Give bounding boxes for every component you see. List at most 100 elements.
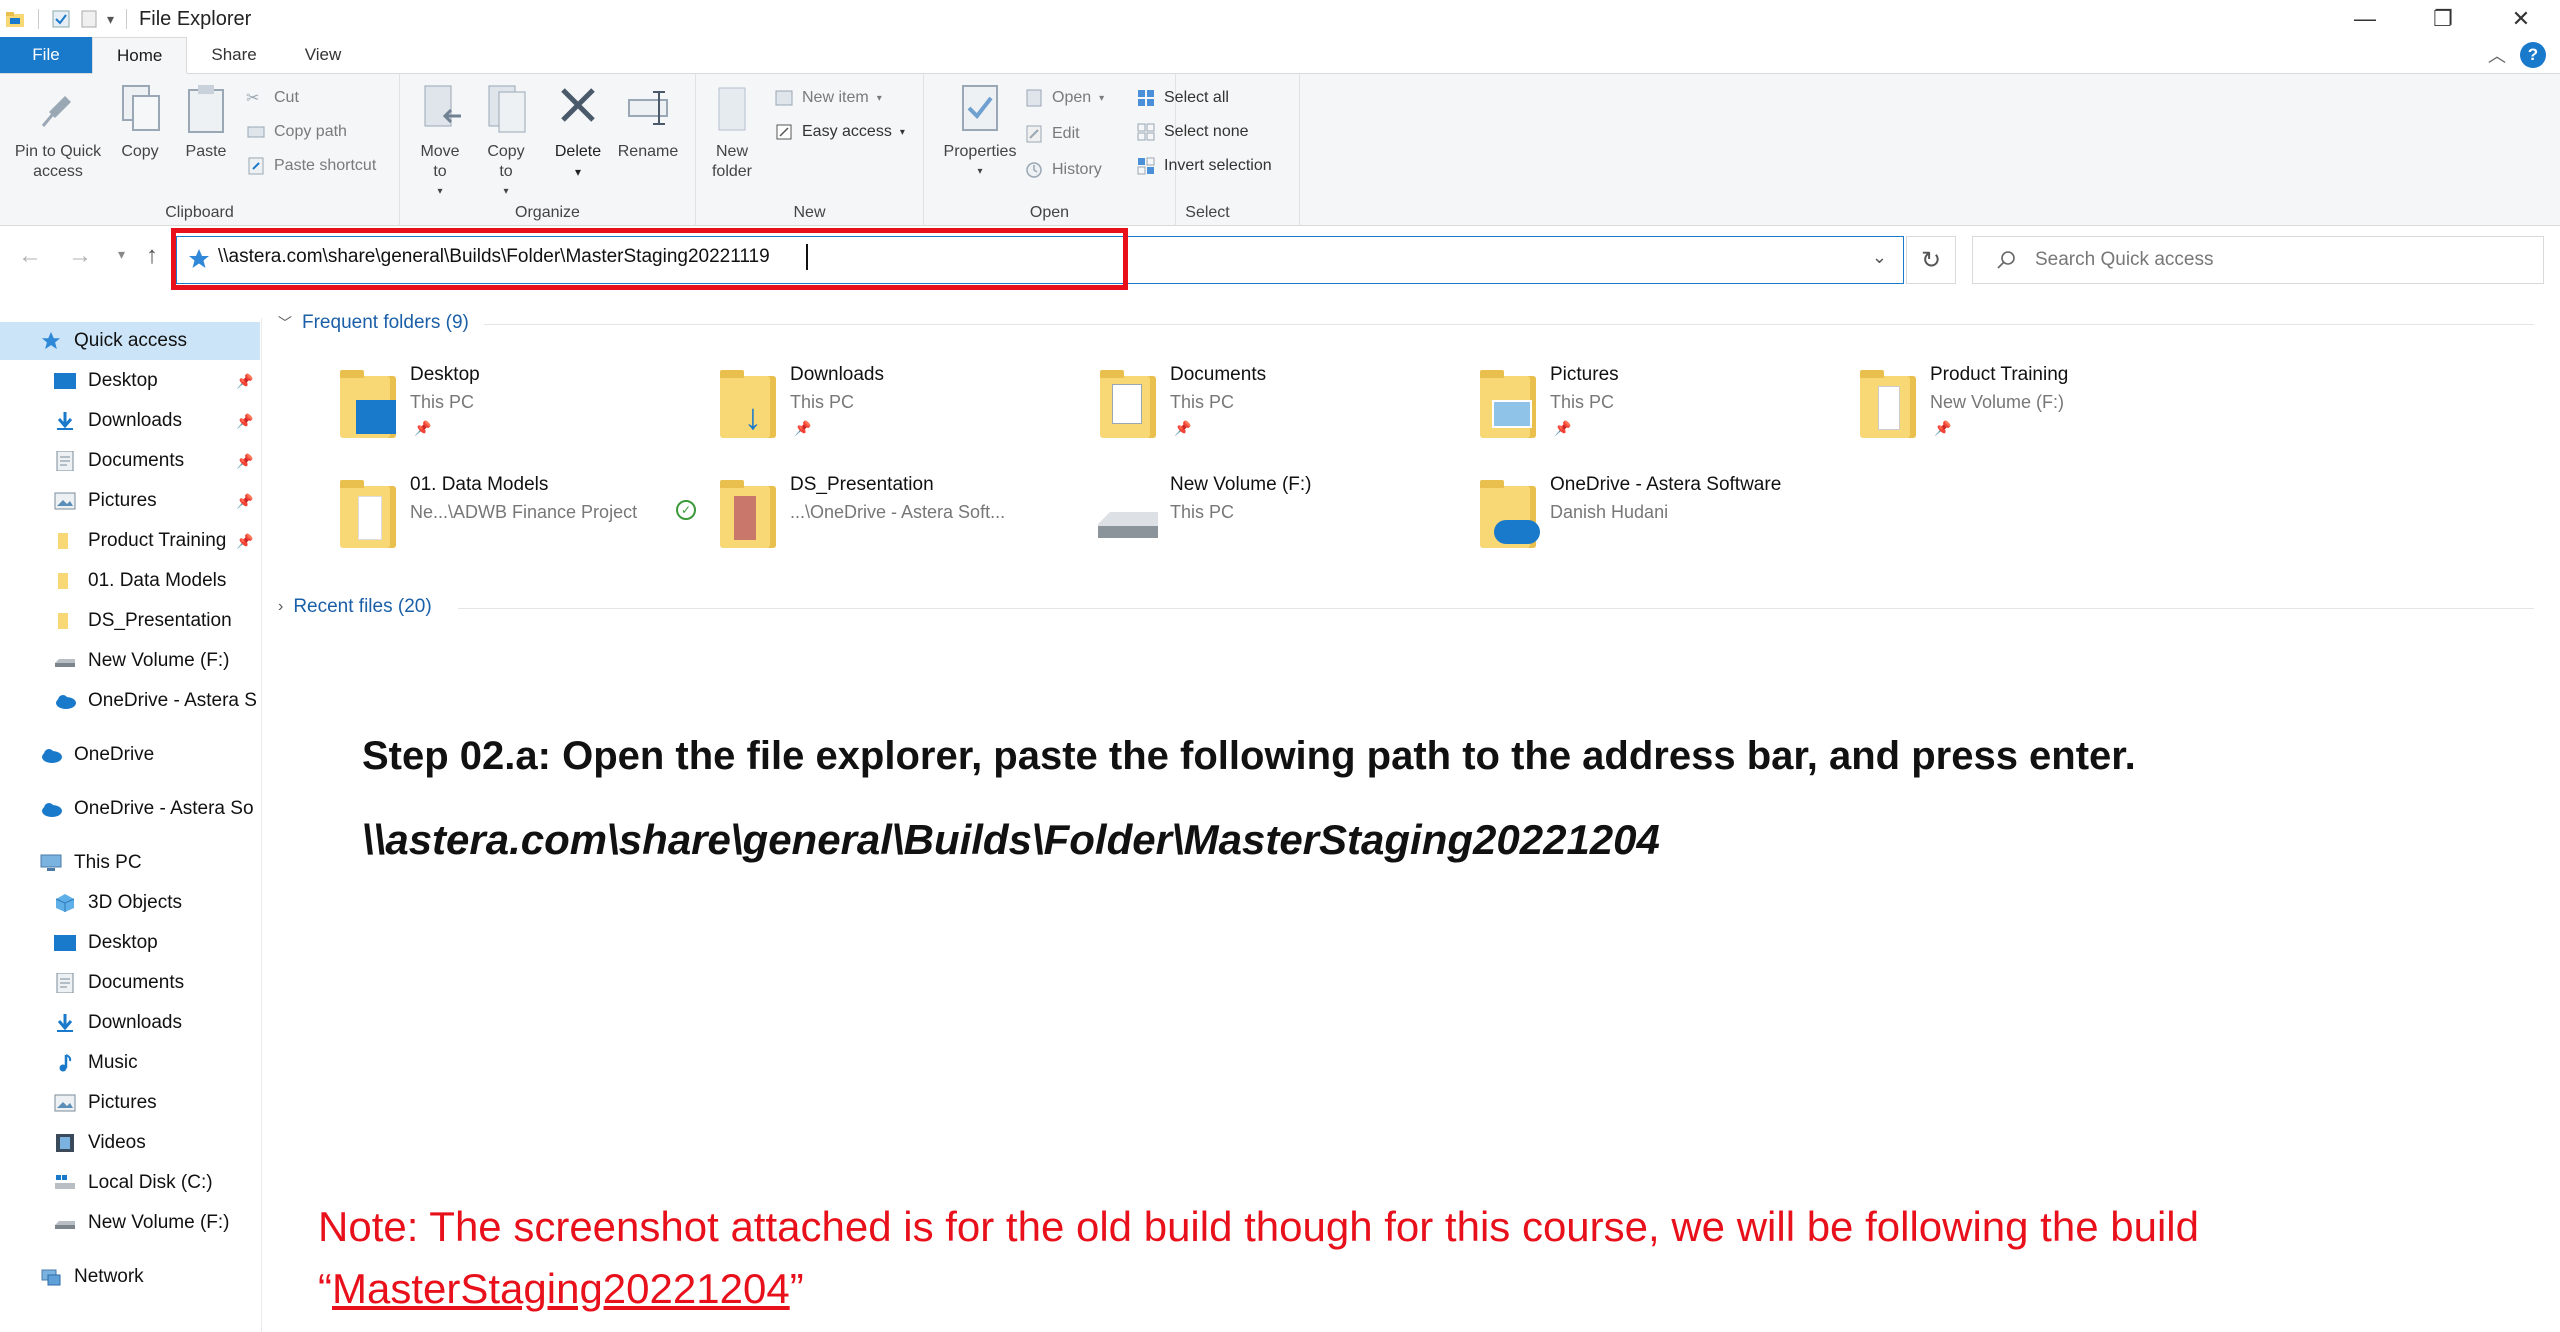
search-box[interactable]: Search Quick access bbox=[1972, 236, 2544, 284]
pictures-icon bbox=[54, 1094, 76, 1112]
nav-item-documents[interactable]: Documents 📌 bbox=[0, 442, 260, 480]
nav-item-downloads[interactable]: Downloads 📌 bbox=[0, 402, 260, 440]
nav-item-3d-objects[interactable]: 3D Objects bbox=[0, 884, 260, 922]
new-item-button[interactable]: New item ▾ bbox=[774, 86, 882, 110]
pictures-folder-icon bbox=[1474, 370, 1540, 442]
recent-files-header[interactable]: › Recent files (20) bbox=[278, 596, 432, 618]
select-none-button[interactable]: Select none bbox=[1136, 120, 1249, 144]
download-arrow-icon bbox=[57, 412, 73, 430]
minimize-button[interactable]: — bbox=[2326, 0, 2404, 38]
address-dropdown-icon[interactable]: ⌄ bbox=[1872, 247, 1887, 268]
properties-qa-icon[interactable] bbox=[51, 9, 71, 29]
copy-icon bbox=[122, 85, 160, 131]
nav-item-pc-new-volume[interactable]: New Volume (F:) bbox=[0, 1204, 260, 1242]
pin-icon: 📌 bbox=[794, 420, 812, 436]
folder-icon bbox=[58, 573, 68, 589]
easy-access-button[interactable]: Easy access ▾ bbox=[774, 120, 905, 144]
nav-item-desktop[interactable]: Desktop 📌 bbox=[0, 362, 260, 400]
easy-access-icon bbox=[776, 124, 792, 140]
copy-button[interactable]: Copy bbox=[112, 82, 168, 162]
folder-tile-onedrive-astera[interactable]: OneDrive - Astera Software Danish Hudani bbox=[1474, 472, 1854, 572]
nav-item-videos[interactable]: Videos bbox=[0, 1124, 260, 1162]
nav-item-pc-documents[interactable]: Documents bbox=[0, 964, 260, 1002]
cut-button[interactable]: ✂ Cut bbox=[246, 86, 299, 110]
help-icon[interactable]: ? bbox=[2520, 42, 2546, 68]
folder-tile-data-models[interactable]: 01. Data Models Ne...\ADWB Finance Proje… bbox=[334, 472, 714, 572]
folder-tile-product-training[interactable]: Product Training New Volume (F:) 📌 bbox=[1854, 362, 2234, 462]
folder-tile-desktop[interactable]: Desktop This PC 📌 bbox=[334, 362, 714, 462]
rename-button[interactable]: Rename bbox=[614, 82, 682, 162]
clipboard-icon bbox=[188, 85, 224, 133]
nav-network[interactable]: Network bbox=[0, 1258, 260, 1296]
nav-item-new-volume[interactable]: New Volume (F:) bbox=[0, 642, 260, 680]
cloud-icon bbox=[56, 695, 76, 709]
nav-item-pc-pictures[interactable]: Pictures bbox=[0, 1084, 260, 1122]
nav-item-pc-downloads[interactable]: Downloads bbox=[0, 1004, 260, 1042]
nav-item-data-models[interactable]: 01. Data Models bbox=[0, 562, 260, 600]
nav-onedrive[interactable]: OneDrive bbox=[0, 736, 260, 774]
computer-icon bbox=[40, 854, 62, 871]
edit-button[interactable]: Edit bbox=[1024, 122, 1080, 146]
delete-x-icon bbox=[561, 88, 595, 122]
windows-drive-icon bbox=[55, 1175, 75, 1189]
properties-dropdown-icon: ▾ bbox=[977, 166, 983, 177]
copy-to-button[interactable]: Copy to ▾ bbox=[478, 82, 534, 202]
tab-file[interactable]: File bbox=[0, 37, 92, 73]
pin-icon: 📌 bbox=[414, 420, 432, 436]
film-strip-icon bbox=[56, 1134, 74, 1152]
clipboard-group: Pin to Quick access Copy Paste ✂ Cut Cop… bbox=[0, 74, 400, 226]
pin-to-quick-access-button[interactable]: Pin to Quick access bbox=[8, 82, 108, 182]
back-arrow-icon[interactable]: ← bbox=[18, 242, 42, 270]
close-button[interactable]: ✕ bbox=[2482, 0, 2560, 38]
nav-item-music[interactable]: Music bbox=[0, 1044, 260, 1082]
nav-item-local-disk[interactable]: Local Disk (C:) bbox=[0, 1164, 260, 1202]
delete-button[interactable]: Delete ▾ bbox=[550, 82, 606, 182]
recent-locations-icon[interactable]: ▾ bbox=[118, 246, 125, 263]
pin-icon bbox=[41, 96, 71, 127]
customize-qa-icon[interactable]: ▾ bbox=[107, 11, 114, 28]
pin-icon: 📌 bbox=[236, 372, 254, 389]
open-button[interactable]: Open ▾ bbox=[1024, 86, 1104, 110]
new-folder-qa-icon[interactable] bbox=[79, 9, 99, 29]
nav-quick-access[interactable]: Quick access bbox=[0, 322, 260, 360]
folder-tile-documents[interactable]: Documents This PC 📌 bbox=[1094, 362, 1474, 462]
frequent-folders-header[interactable]: ﹀ Frequent folders (9) bbox=[278, 312, 469, 334]
download-arrow-icon bbox=[57, 1014, 73, 1032]
move-to-button[interactable]: Move to ▾ bbox=[412, 82, 468, 202]
nav-item-pc-desktop[interactable]: Desktop bbox=[0, 924, 260, 962]
folder-tile-downloads[interactable]: ↓ Downloads This PC 📌 bbox=[714, 362, 1094, 462]
collapse-ribbon-icon[interactable]: ︿ bbox=[2488, 42, 2506, 68]
paste-button[interactable]: Paste bbox=[178, 82, 234, 162]
section-divider bbox=[458, 608, 2534, 609]
tab-view[interactable]: View bbox=[281, 37, 366, 73]
nav-item-ds-presentation[interactable]: DS_Presentation bbox=[0, 602, 260, 640]
history-button[interactable]: History bbox=[1024, 158, 1102, 182]
properties-button[interactable]: Properties ▾ bbox=[932, 82, 1028, 182]
search-icon bbox=[1997, 251, 2015, 269]
file-explorer-icon[interactable] bbox=[4, 8, 26, 30]
downloads-folder-icon: ↓ bbox=[714, 370, 780, 442]
select-all-button[interactable]: Select all bbox=[1136, 86, 1229, 110]
folder-tile-pictures[interactable]: Pictures This PC 📌 bbox=[1474, 362, 1854, 462]
nav-this-pc[interactable]: This PC bbox=[0, 844, 260, 882]
pin-icon: 📌 bbox=[236, 452, 254, 469]
tab-share[interactable]: Share bbox=[187, 37, 280, 73]
documents-icon bbox=[56, 973, 74, 993]
new-folder-button[interactable]: New folder bbox=[704, 82, 760, 182]
pin-icon: 📌 bbox=[1934, 420, 1952, 436]
tab-home[interactable]: Home bbox=[92, 37, 188, 74]
nav-onedrive-astera[interactable]: OneDrive - Astera So bbox=[0, 790, 260, 828]
nav-item-onedrive-astera[interactable]: OneDrive - Astera S bbox=[0, 682, 260, 720]
maximize-button[interactable]: ❐ bbox=[2404, 0, 2482, 38]
invert-selection-button[interactable]: Invert selection bbox=[1136, 154, 1272, 178]
refresh-button[interactable]: ↻ bbox=[1906, 236, 1956, 284]
folder-tile-ds-presentation[interactable]: DS_Presentation ...\OneDrive - Astera So… bbox=[714, 472, 1094, 572]
nav-item-pictures[interactable]: Pictures 📌 bbox=[0, 482, 260, 520]
forward-arrow-icon[interactable]: → bbox=[68, 242, 92, 270]
onedrive-folder-icon bbox=[1474, 480, 1540, 552]
nav-item-product-training[interactable]: Product Training 📌 bbox=[0, 522, 260, 560]
up-arrow-icon[interactable]: ↑ bbox=[146, 242, 158, 270]
paste-shortcut-button[interactable]: Paste shortcut bbox=[246, 154, 376, 178]
folder-tile-new-volume[interactable]: New Volume (F:) This PC bbox=[1094, 472, 1474, 572]
copy-path-button[interactable]: Copy path bbox=[246, 120, 347, 144]
